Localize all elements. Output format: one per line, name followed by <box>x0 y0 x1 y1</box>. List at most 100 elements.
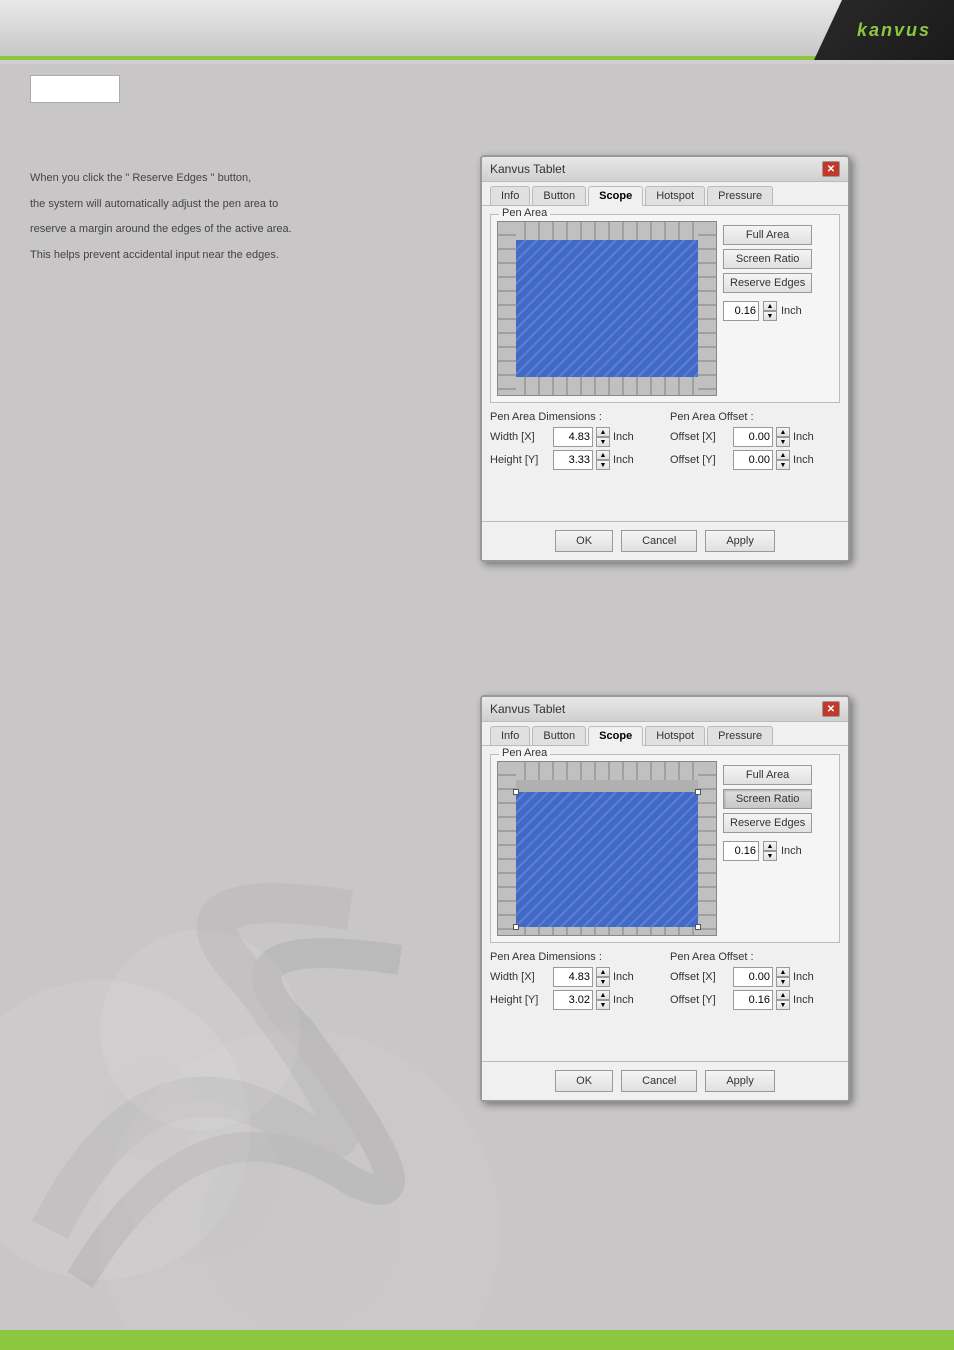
offset-x-unit-1: Inch <box>793 431 814 443</box>
dialog-1: Kanvus Tablet ✕ Info Button Scope Hotspo… <box>480 155 850 562</box>
side-buttons-1: Full Area Screen Ratio Reserve Edges ▲ ▼… <box>723 221 812 321</box>
dimensions-section-2: Pen Area Dimensions : Width [X] ▲ ▼ Inch… <box>490 951 840 1013</box>
height-up-1[interactable]: ▲ <box>596 450 610 460</box>
apply-button-1[interactable]: Apply <box>705 530 775 552</box>
offset-x-input-1[interactable] <box>733 427 773 447</box>
cancel-button-2[interactable]: Cancel <box>621 1070 697 1092</box>
tab-info-1[interactable]: Info <box>490 186 530 205</box>
spinner-input-2[interactable] <box>723 841 759 861</box>
corner-bl[interactable] <box>513 924 519 930</box>
corner-tr[interactable] <box>695 789 701 795</box>
offset-y-input-1[interactable] <box>733 450 773 470</box>
spinner-up-2[interactable]: ▲ <box>763 841 777 851</box>
offset-title-1: Pen Area Offset : <box>670 411 840 423</box>
offset-y-down-2[interactable]: ▼ <box>776 1000 790 1010</box>
corner-tl[interactable] <box>513 789 519 795</box>
dim-group-1: Pen Area Dimensions : Width [X] ▲ ▼ Inch… <box>490 411 660 473</box>
blue-area-2 <box>516 792 698 927</box>
spinner-down-1[interactable]: ▼ <box>763 311 777 321</box>
width-label-2: Width [X] <box>490 971 550 983</box>
pen-area-inner-2: Full Area Screen Ratio Reserve Edges ▲ ▼… <box>497 761 833 936</box>
width-input-1[interactable] <box>553 427 593 447</box>
offset-y-up-2[interactable]: ▲ <box>776 990 790 1000</box>
full-area-button-2[interactable]: Full Area <box>723 765 812 785</box>
blue-area-1 <box>516 240 698 377</box>
spinner-up-1[interactable]: ▲ <box>763 301 777 311</box>
offset-y-input-2[interactable] <box>733 990 773 1010</box>
dialog-2-footer: OK Cancel Apply <box>482 1061 848 1100</box>
height-unit-1: Inch <box>613 454 634 466</box>
width-input-2[interactable] <box>553 967 593 987</box>
dialog-2-close-button[interactable]: ✕ <box>822 701 840 717</box>
height-down-2[interactable]: ▼ <box>596 1000 610 1010</box>
height-input-1[interactable] <box>553 450 593 470</box>
dialog-1-close-button[interactable]: ✕ <box>822 161 840 177</box>
tab-info-2[interactable]: Info <box>490 726 530 745</box>
offset-y-up-1[interactable]: ▲ <box>776 450 790 460</box>
corner-br[interactable] <box>695 924 701 930</box>
offset-x-down-2[interactable]: ▼ <box>776 977 790 987</box>
height-down-1[interactable]: ▼ <box>596 460 610 470</box>
dialog-2-content: Pen Area <box>482 746 848 1061</box>
hatch-inner-top-1 <box>498 222 716 240</box>
tab-pressure-1[interactable]: Pressure <box>707 186 773 205</box>
offset-title-2: Pen Area Offset : <box>670 951 840 963</box>
height-arrows-1: ▲ ▼ <box>596 450 610 470</box>
apply-button-2[interactable]: Apply <box>705 1070 775 1092</box>
offset-y-label-2: Offset [Y] <box>670 994 730 1006</box>
offset-x-input-2[interactable] <box>733 967 773 987</box>
width-down-2[interactable]: ▼ <box>596 977 610 987</box>
spinner-arrows-1: ▲ ▼ <box>763 301 777 321</box>
offset-x-down-1[interactable]: ▼ <box>776 437 790 447</box>
screen-ratio-button-1[interactable]: Screen Ratio <box>723 249 812 269</box>
spinner-row-2: ▲ ▼ Inch <box>723 841 812 861</box>
dialog-1-content: Pen Area <box>482 206 848 521</box>
tab-scope-2[interactable]: Scope <box>588 726 643 746</box>
hatch-inner-left-1 <box>498 222 516 395</box>
height-label-1: Height [Y] <box>490 454 550 466</box>
reserve-edges-button-1[interactable]: Reserve Edges <box>723 273 812 293</box>
tab-button-1[interactable]: Button <box>532 186 586 205</box>
width-up-1[interactable]: ▲ <box>596 427 610 437</box>
height-arrows-2: ▲ ▼ <box>596 990 610 1010</box>
width-down-1[interactable]: ▼ <box>596 437 610 447</box>
height-up-2[interactable]: ▲ <box>596 990 610 1000</box>
ok-button-1[interactable]: OK <box>555 530 613 552</box>
spinner-input-1[interactable] <box>723 301 759 321</box>
width-arrows-2: ▲ ▼ <box>596 967 610 987</box>
pen-area-inner-1: Full Area Screen Ratio Reserve Edges ▲ ▼… <box>497 221 833 396</box>
tab-hotspot-2[interactable]: Hotspot <box>645 726 705 745</box>
spinner-down-2[interactable]: ▼ <box>763 851 777 861</box>
offset-x-up-1[interactable]: ▲ <box>776 427 790 437</box>
cancel-button-1[interactable]: Cancel <box>621 530 697 552</box>
dim-title-2: Pen Area Dimensions : <box>490 951 660 963</box>
left-description-3: reserve a margin around the edges of the… <box>30 221 450 239</box>
dialog-2-titlebar: Kanvus Tablet ✕ <box>482 697 848 722</box>
hatch-left-1 <box>498 222 516 395</box>
height-row-1: Height [Y] ▲ ▼ Inch <box>490 450 660 470</box>
offset-y-unit-2: Inch <box>793 994 814 1006</box>
pen-canvas-2 <box>497 761 717 936</box>
pen-area-label-2: Pen Area <box>499 747 550 759</box>
tab-hotspot-1[interactable]: Hotspot <box>645 186 705 205</box>
offset-y-row-1: Offset [Y] ▲ ▼ Inch <box>670 450 840 470</box>
offset-x-up-2[interactable]: ▲ <box>776 967 790 977</box>
width-label-1: Width [X] <box>490 431 550 443</box>
width-up-2[interactable]: ▲ <box>596 967 610 977</box>
full-area-button-1[interactable]: Full Area <box>723 225 812 245</box>
tab-button-2[interactable]: Button <box>532 726 586 745</box>
dialog-1-title: Kanvus Tablet <box>490 162 565 176</box>
bottom-bar <box>0 1330 954 1350</box>
hatch-top-2 <box>498 762 716 780</box>
spacer-2 <box>490 1013 840 1053</box>
screen-ratio-button-2[interactable]: Screen Ratio <box>723 789 812 809</box>
width-row-1: Width [X] ▲ ▼ Inch <box>490 427 660 447</box>
reserve-edges-button-2[interactable]: Reserve Edges <box>723 813 812 833</box>
offset-y-down-1[interactable]: ▼ <box>776 460 790 470</box>
tab-pressure-2[interactable]: Pressure <box>707 726 773 745</box>
height-input-2[interactable] <box>553 990 593 1010</box>
tab-scope-1[interactable]: Scope <box>588 186 643 206</box>
ok-button-2[interactable]: OK <box>555 1070 613 1092</box>
dialog-1-footer: OK Cancel Apply <box>482 521 848 560</box>
offset-x-unit-2: Inch <box>793 971 814 983</box>
